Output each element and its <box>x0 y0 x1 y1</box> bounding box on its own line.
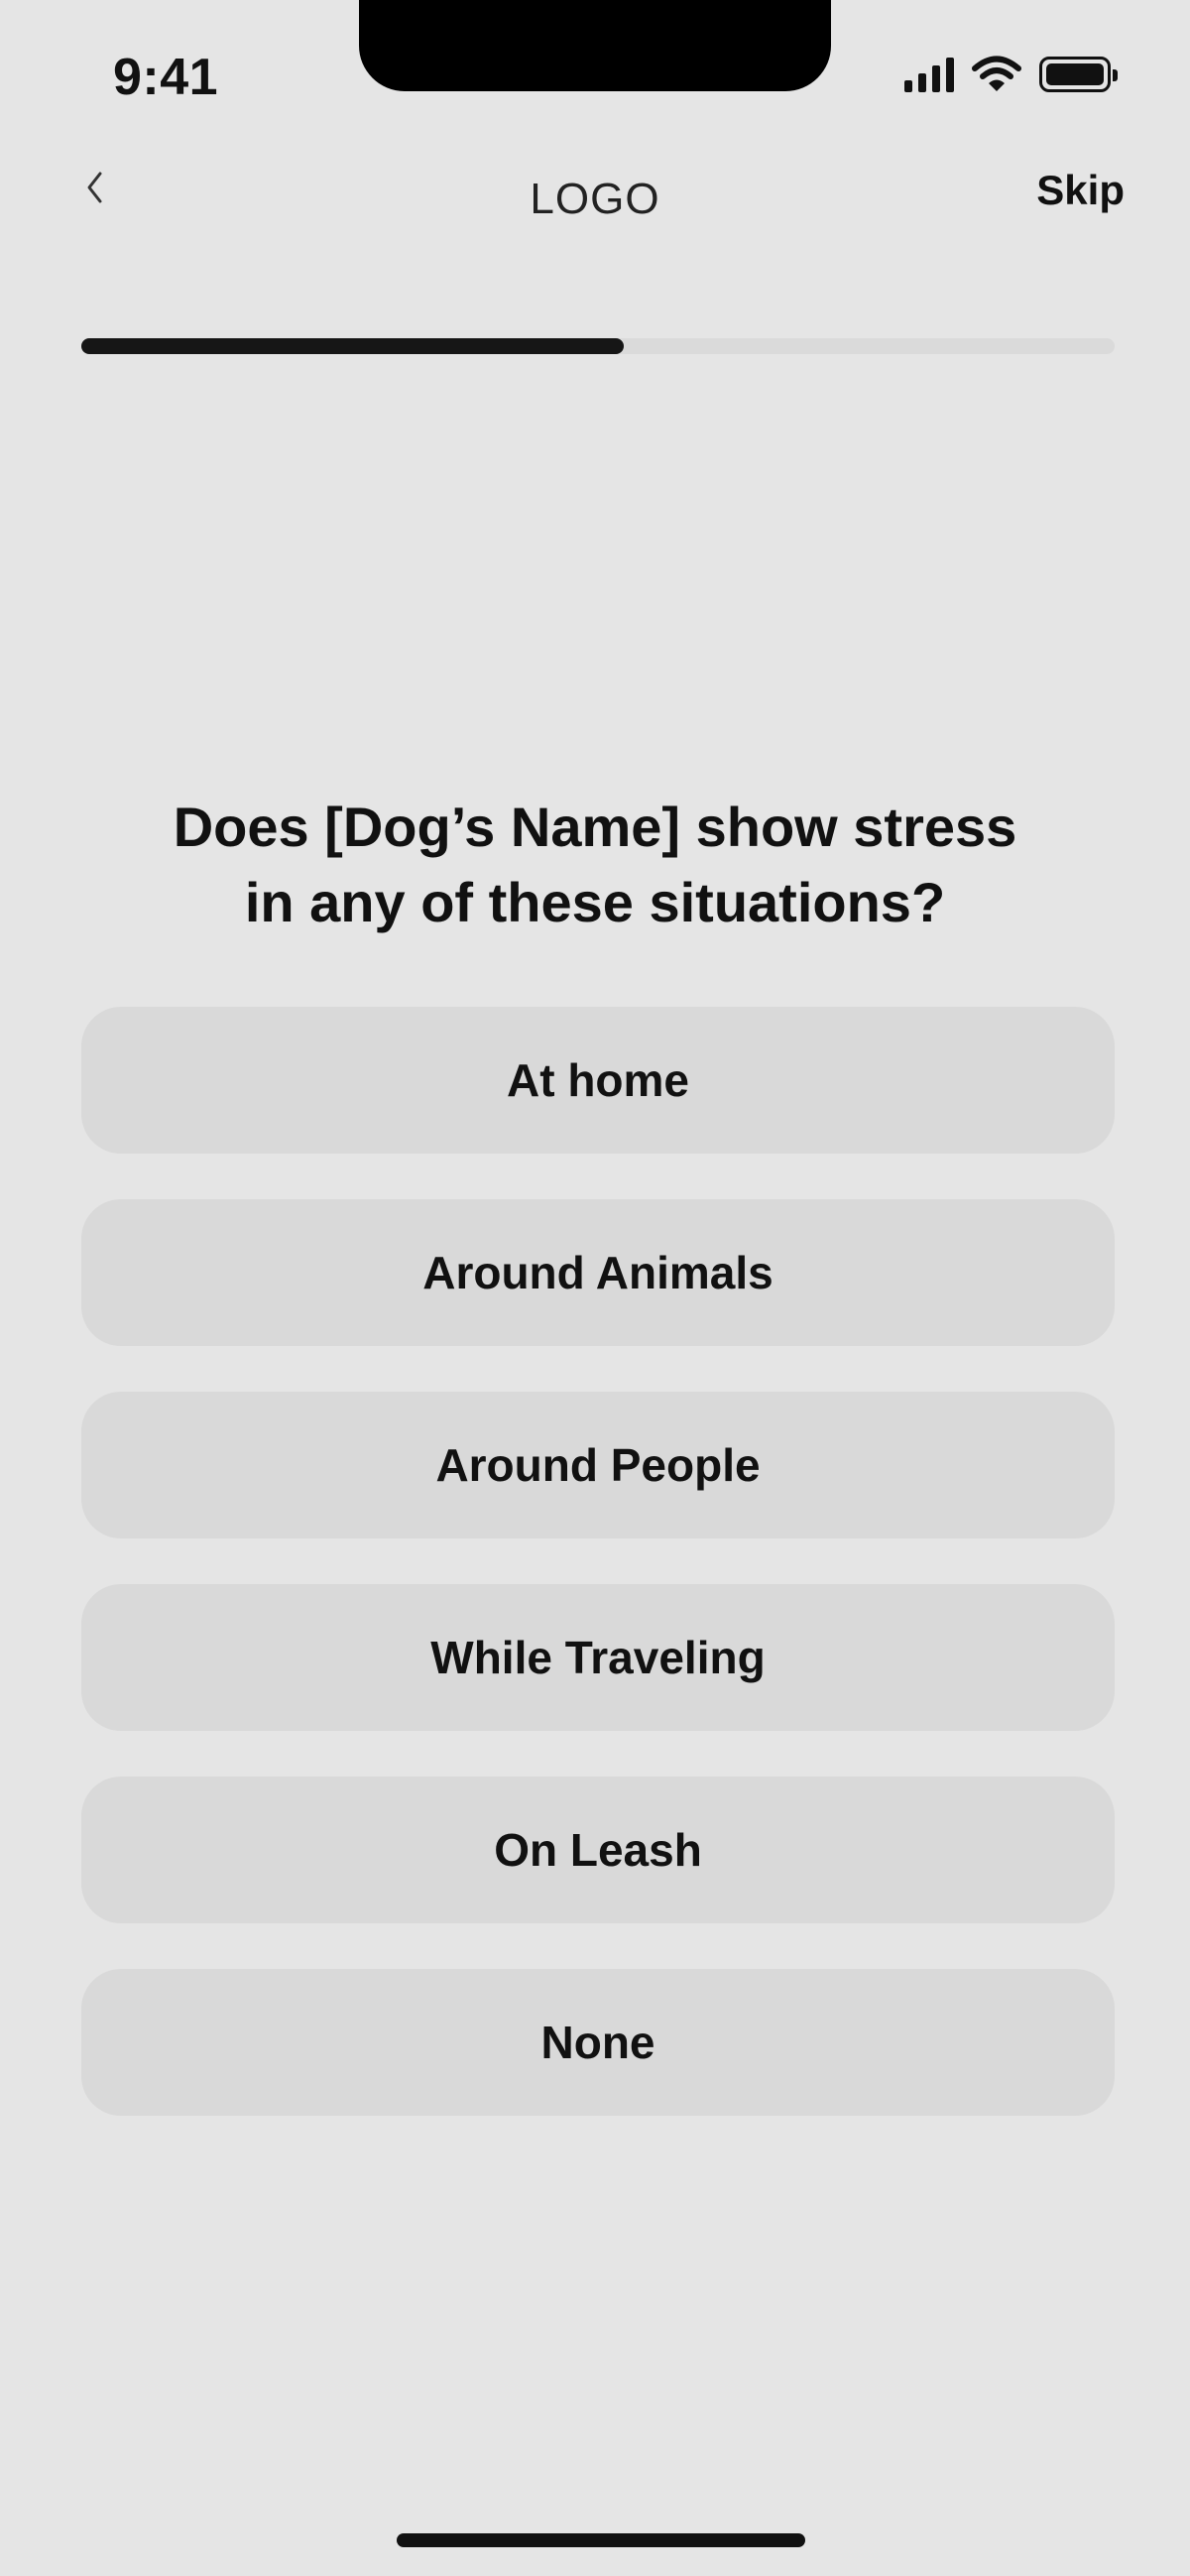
device-notch <box>359 0 831 91</box>
option-while-traveling[interactable]: While Traveling <box>81 1584 1115 1731</box>
cellular-signal-icon <box>904 57 954 92</box>
wifi-icon <box>972 56 1021 91</box>
option-around-animals[interactable]: Around Animals <box>81 1199 1115 1346</box>
option-on-leash[interactable]: On Leash <box>81 1777 1115 1923</box>
question-line-2: in any of these situations? <box>244 871 946 933</box>
answer-options: At home Around Animals Around People Whi… <box>81 1007 1115 2116</box>
progress-bar <box>81 338 1115 354</box>
option-at-home[interactable]: At home <box>81 1007 1115 1154</box>
status-icons <box>904 56 1118 93</box>
question-line-1: Does [Dog’s Name] show stress <box>173 796 1017 858</box>
logo: LOGO <box>530 175 660 223</box>
question-title: Does [Dog’s Name] show stress in any of … <box>79 790 1111 940</box>
progress-bar-fill <box>81 338 625 354</box>
battery-icon <box>1039 57 1118 92</box>
home-indicator <box>397 2533 805 2547</box>
status-time: 9:41 <box>113 49 219 106</box>
option-around-people[interactable]: Around People <box>81 1392 1115 1538</box>
option-none[interactable]: None <box>81 1969 1115 2116</box>
skip-button[interactable]: Skip <box>1036 167 1125 214</box>
